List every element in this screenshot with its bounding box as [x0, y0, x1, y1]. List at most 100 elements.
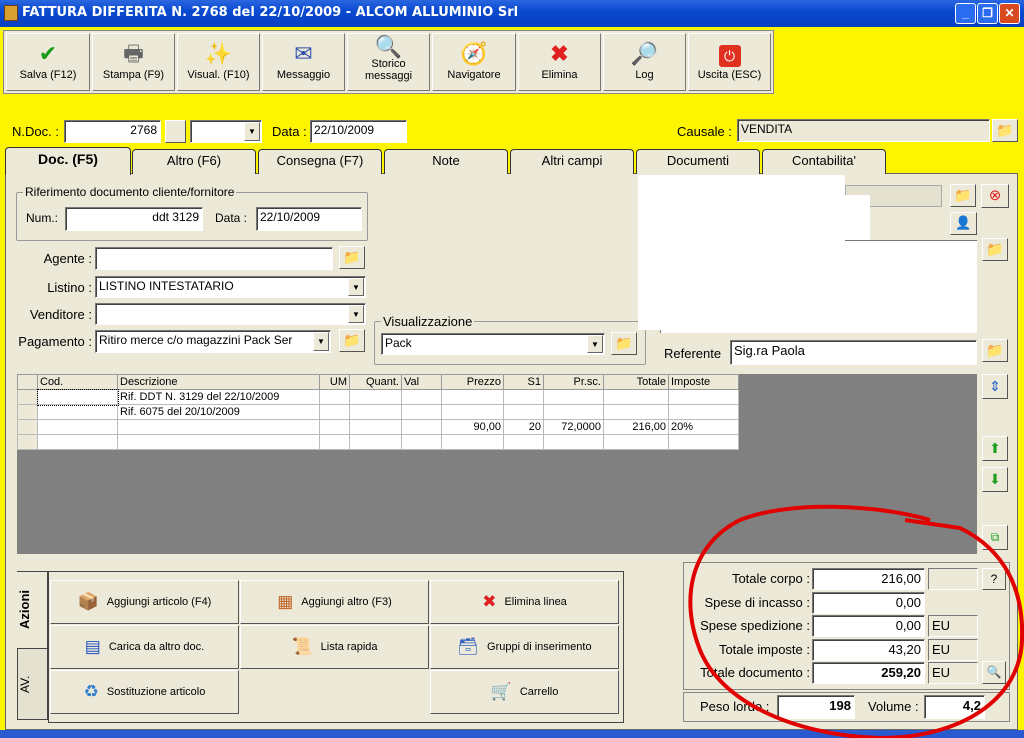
table-cell[interactable] [117, 419, 320, 435]
tab-altri-campi[interactable]: Altri campi [510, 149, 634, 174]
series-select[interactable]: ▼ [190, 120, 262, 143]
table-cell[interactable] [503, 404, 544, 420]
agente-input[interactable] [95, 247, 333, 270]
table-cell[interactable] [349, 404, 402, 420]
table-cell[interactable] [401, 434, 442, 450]
visualizzazione-folder-button[interactable]: 📁 [611, 332, 637, 355]
table-cell[interactable] [319, 389, 350, 405]
table-cell[interactable]: 20 [503, 419, 544, 435]
column-header[interactable]: Cod. [37, 374, 118, 390]
aggiungi-articolo-f4-button[interactable]: 📦 Aggiungi articolo (F4) [50, 580, 239, 624]
table-cell[interactable] [503, 434, 544, 450]
tab-azioni[interactable]: Azioni [17, 571, 48, 649]
total-value[interactable]: 0,00 [812, 615, 925, 637]
ndoc-input[interactable]: 2768 [64, 120, 161, 143]
pagamento-folder-button[interactable]: 📁 [339, 329, 365, 352]
table-cell[interactable] [37, 419, 118, 435]
table-cell[interactable]: 216,00 [603, 419, 669, 435]
column-header[interactable]: UM [319, 374, 350, 390]
move-up-button[interactable]: ⬆ [982, 436, 1008, 461]
ndoc-lookup-button[interactable] [165, 120, 186, 143]
intestatario-folder-button[interactable]: 📁 [950, 184, 976, 207]
referente-folder-button[interactable]: 📁 [982, 339, 1008, 362]
column-header[interactable]: Totale [603, 374, 669, 390]
elimina-linea-button[interactable]: ✖ Elimina linea [430, 580, 619, 624]
chevron-down-icon[interactable]: ▼ [348, 278, 364, 296]
table-cell[interactable] [543, 434, 604, 450]
table-row[interactable]: Rif. 6075 del 20/10/2009 [17, 404, 739, 420]
volume-input[interactable]: 4,2 [924, 695, 985, 719]
column-header[interactable]: Val [401, 374, 442, 390]
table-cell[interactable] [319, 419, 350, 435]
row-indicator[interactable] [17, 389, 38, 405]
total-value[interactable]: 43,20 [812, 638, 925, 661]
row-indicator[interactable] [17, 419, 38, 435]
causale-folder-button[interactable]: 📁 [992, 119, 1018, 142]
column-header[interactable]: S1 [503, 374, 544, 390]
table-cell[interactable] [37, 404, 118, 420]
delete-button[interactable]: ✖ Elimina [518, 33, 601, 91]
peso-input[interactable]: 198 [777, 695, 855, 719]
move-down-button[interactable]: ⬇ [982, 467, 1008, 492]
total-value[interactable]: 259,20 [812, 662, 925, 684]
table-cell[interactable] [603, 404, 669, 420]
chevron-down-icon[interactable]: ▼ [587, 335, 603, 353]
column-header[interactable]: Pr.sc. [543, 374, 604, 390]
chevron-down-icon[interactable]: ▼ [313, 332, 329, 351]
table-row[interactable]: Rif. DDT N. 3129 del 22/10/2009 [17, 388, 739, 406]
lista-rapida-button[interactable]: 📜 Lista rapida [240, 625, 429, 669]
log-button[interactable]: 🔎 Log [603, 33, 686, 91]
person-search-button[interactable]: 👤 [950, 212, 977, 235]
table-cell[interactable] [37, 434, 118, 450]
message-history-button[interactable]: 🔍 Storico messaggi [347, 33, 430, 91]
column-header[interactable]: Prezzo [441, 374, 504, 390]
table-cell[interactable] [603, 389, 669, 405]
column-header[interactable]: Imposte [668, 374, 739, 390]
referente-input[interactable]: Sig.ra Paola [730, 340, 977, 365]
table-cell[interactable] [668, 434, 739, 450]
table-cell[interactable] [543, 389, 604, 405]
table-cell[interactable] [401, 404, 442, 420]
pagamento-select[interactable]: Ritiro merce c/o magazzini Pack Ser ▼ [95, 330, 331, 353]
tab-consegna[interactable]: Consegna (F7) [258, 149, 382, 174]
causale-input[interactable]: VENDITA [737, 119, 990, 142]
table-cell[interactable] [668, 404, 739, 420]
column-header[interactable]: Descrizione [117, 374, 320, 390]
exit-button[interactable]: ⏻ Uscita (ESC) [688, 33, 771, 91]
close-button[interactable]: ✕ [999, 3, 1020, 24]
table-cell[interactable] [349, 389, 402, 405]
num-input[interactable]: ddt 3129 [65, 207, 203, 231]
table-cell[interactable] [401, 419, 442, 435]
tab-documenti[interactable]: Documenti [636, 149, 760, 174]
carica-da-altro-doc-button[interactable]: ▤ Carica da altro doc. [50, 625, 239, 669]
preview-button[interactable]: ✨ Visual. (F10) [177, 33, 260, 91]
table-cell[interactable] [319, 404, 350, 420]
table-cell[interactable]: Rif. DDT N. 3129 del 22/10/2009 [117, 389, 320, 405]
table-cell[interactable] [401, 389, 442, 405]
table-cell[interactable] [441, 434, 504, 450]
row-indicator[interactable] [17, 404, 38, 420]
table-cell[interactable]: 20% [668, 419, 739, 435]
table-cell[interactable] [349, 419, 402, 435]
restore-button[interactable]: ❐ [977, 3, 998, 24]
table-row[interactable] [17, 434, 739, 450]
tab-contabilita[interactable]: Contabilita' [762, 149, 886, 174]
table-cell[interactable]: Rif. 6075 del 20/10/2009 [117, 404, 320, 420]
tab-av[interactable]: AV. [17, 648, 48, 720]
date-input[interactable]: 22/10/2009 [310, 120, 407, 143]
sostituzione-articolo-button[interactable]: ♻ Sostituzione articolo [50, 670, 239, 714]
agente-folder-button[interactable]: 📁 [339, 246, 365, 269]
navigator-button[interactable]: 🧭 Navigatore [432, 33, 516, 91]
minimize-button[interactable]: _ [955, 3, 976, 24]
ref-date-input[interactable]: 22/10/2009 [256, 207, 362, 231]
tab-doc[interactable]: Doc. (F5) [5, 147, 131, 175]
table-cell[interactable] [668, 389, 739, 405]
tab-altro[interactable]: Altro (F6) [132, 149, 256, 174]
gruppi-di-inserimento-button[interactable]: 🗃 Gruppi di inserimento [430, 625, 619, 669]
move-button[interactable]: ⇕ [982, 374, 1008, 399]
table-cell[interactable] [503, 389, 544, 405]
table-cell[interactable] [117, 434, 320, 450]
visualizzazione-select[interactable]: Pack ▼ [381, 333, 605, 355]
carrello-button[interactable]: 🛒 Carrello [430, 670, 619, 714]
help-button[interactable]: ? [982, 568, 1006, 590]
